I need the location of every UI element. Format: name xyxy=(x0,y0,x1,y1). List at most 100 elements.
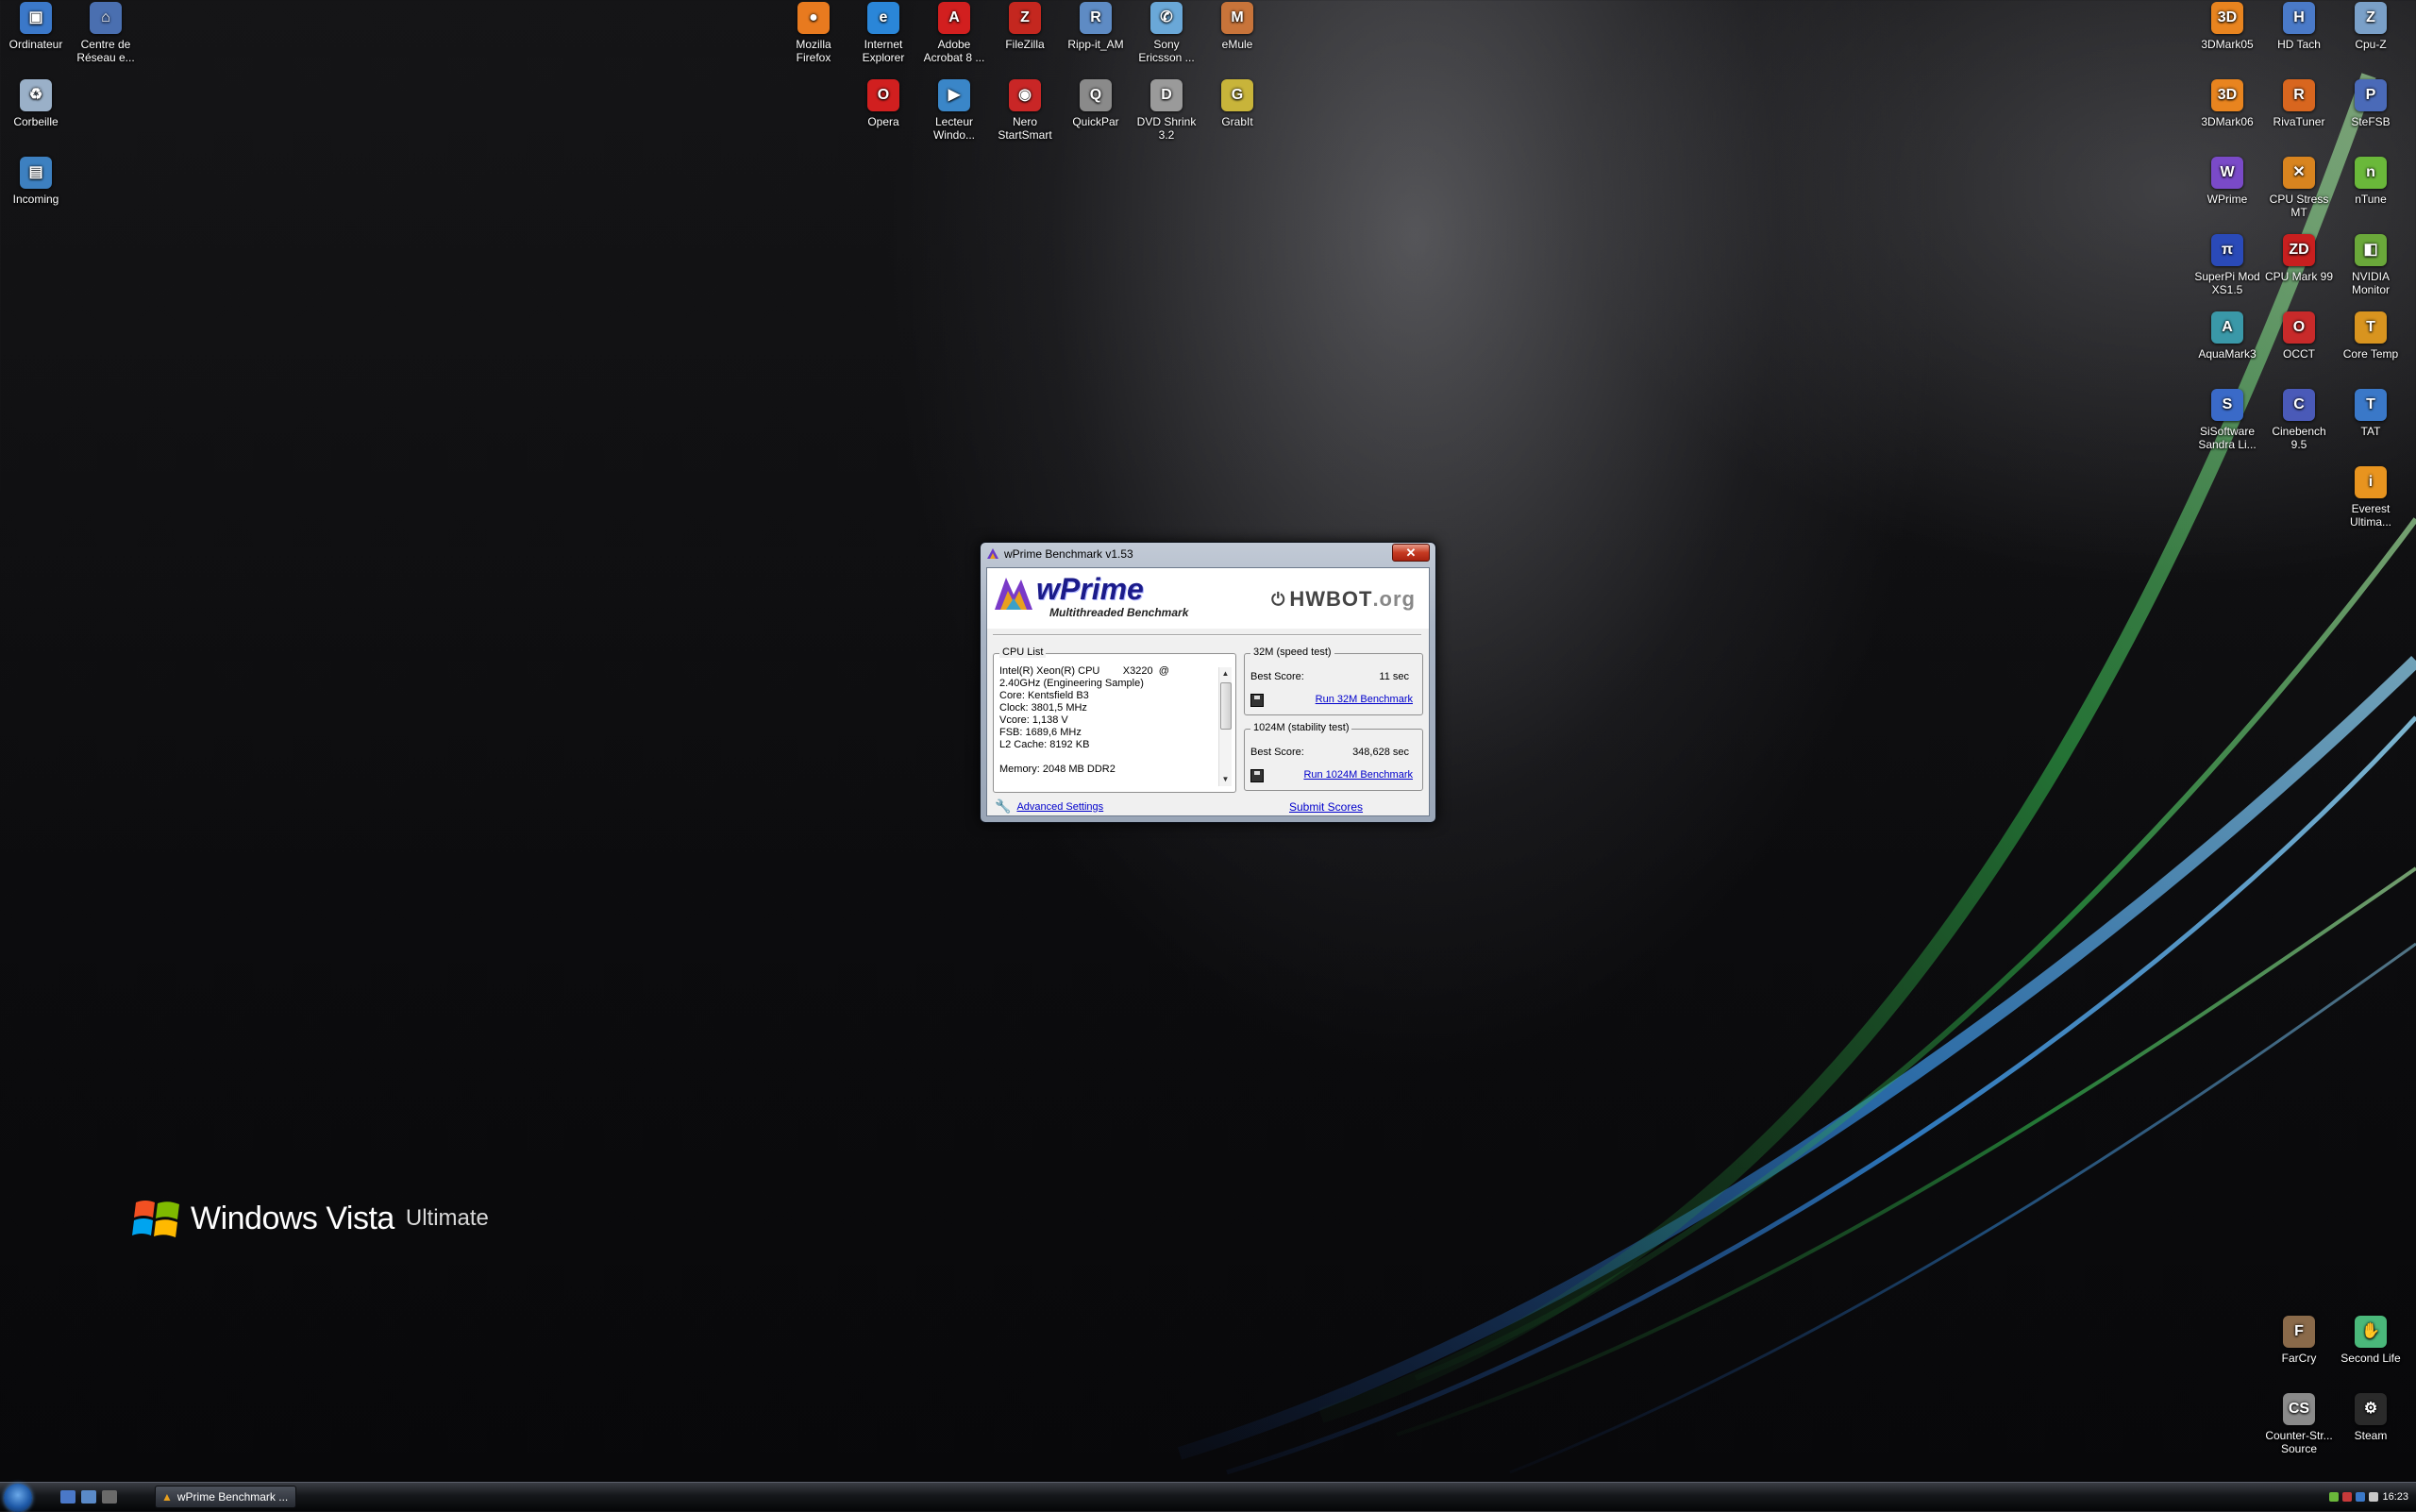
desktop-icon-nero[interactable]: ◉ Nero StartSmart xyxy=(989,79,1061,142)
speed-test-label: 32M (speed test) xyxy=(1250,647,1334,658)
wprime-taskbar-icon: ▲ xyxy=(161,1490,173,1504)
second-life-icon: ✋ xyxy=(2355,1316,2387,1348)
desktop-icon-ntune[interactable]: n nTune xyxy=(2335,157,2407,206)
desktop-icon-sony-ericsson[interactable]: ✆ Sony Ericsson ... xyxy=(1131,2,1202,64)
desktop-icon-cinebench[interactable]: C Cinebench 9.5 xyxy=(2263,389,2335,451)
advanced-settings-link[interactable]: Advanced Settings xyxy=(1016,801,1103,813)
tat-icon: T xyxy=(2355,389,2387,421)
desktop-icon-dvd-shrink[interactable]: D DVD Shrink 3.2 xyxy=(1131,79,1202,142)
desktop-icon-ordinateur[interactable]: ▣ Ordinateur xyxy=(0,2,72,51)
desktop-icon-rivatuner[interactable]: R RivaTuner xyxy=(2263,79,2335,128)
os-name: Windows Vista xyxy=(191,1200,394,1236)
desktop-icon-coretemp[interactable]: T Core Temp xyxy=(2335,311,2407,361)
logo-subtitle: Multithreaded Benchmark xyxy=(1049,606,1189,619)
show-desktop-icon[interactable] xyxy=(60,1490,76,1504)
desktop-icon-superpi[interactable]: π SuperPi Mod XS1.5 xyxy=(2191,234,2263,296)
3dmark-icon: 3D xyxy=(2211,79,2243,111)
stability-test-group: 1024M (stability test) Best Score: 348,6… xyxy=(1244,722,1423,791)
recycle-bin-icon: ♻ xyxy=(20,79,52,111)
run-32m-benchmark-link[interactable]: Run 32M Benchmark xyxy=(1316,694,1413,705)
sony-ericsson-icon: ✆ xyxy=(1150,2,1183,34)
desktop-icon-firefox[interactable]: ● Mozilla Firefox xyxy=(778,2,849,64)
desktop-icon-media-player[interactable]: ▶ Lecteur Windo... xyxy=(918,79,990,142)
tray-app-icon[interactable] xyxy=(2342,1492,2353,1502)
desktop-icon-sandra[interactable]: S SiSoftware Sandra Li... xyxy=(2191,389,2263,451)
rippit-icon: R xyxy=(1080,2,1112,34)
desktop-icon-opera[interactable]: O Opera xyxy=(847,79,919,128)
cpumark-icon: ZD xyxy=(2283,234,2315,266)
nero-icon: ◉ xyxy=(1009,79,1041,111)
speed-best-score-value: 11 sec xyxy=(1379,671,1409,682)
desktop-icon-second-life[interactable]: ✋ Second Life xyxy=(2335,1316,2407,1365)
desktop-icon-rippit[interactable]: R Ripp-it_AM xyxy=(1060,2,1132,51)
desktop-icon-cpuz[interactable]: Z Cpu-Z xyxy=(2335,2,2407,51)
cinebench-icon: C xyxy=(2283,389,2315,421)
cpu-list-scrollbar[interactable]: ▲ ▼ xyxy=(1218,667,1232,786)
taskbar-button-wprime[interactable]: ▲ wPrime Benchmark ... xyxy=(155,1486,296,1508)
desktop-icon-grabit[interactable]: G GrabIt xyxy=(1201,79,1273,128)
superpi-icon: π xyxy=(2211,234,2243,266)
dvd-shrink-icon: D xyxy=(1150,79,1183,111)
wprime-logo-mark-icon xyxy=(995,578,1032,610)
advanced-settings[interactable]: 🔧 Advanced Settings xyxy=(995,798,1103,815)
cpu-stress-icon: ✕ xyxy=(2283,157,2315,189)
save-floppy-icon[interactable] xyxy=(1250,694,1264,707)
filezilla-icon: Z xyxy=(1009,2,1041,34)
desktop-icon-corbeille[interactable]: ♻ Corbeille xyxy=(0,79,72,128)
desktop-icon-3dmark05[interactable]: 3D 3DMark05 xyxy=(2191,2,2263,51)
desktop-icon-filezilla[interactable]: Z FileZilla xyxy=(989,2,1061,51)
window-client-area: wPrime Multithreaded Benchmark ⏻ HWBOT .o… xyxy=(986,567,1430,816)
desktop-icon-quickpar[interactable]: Q QuickPar xyxy=(1060,79,1132,128)
desktop-icon-hdtach[interactable]: H HD Tach xyxy=(2263,2,2335,51)
hwbot-logo[interactable]: ⏻ HWBOT .org xyxy=(1271,587,1416,612)
folder-icon: ▤ xyxy=(20,157,52,189)
header-divider xyxy=(993,634,1421,636)
save-floppy-icon[interactable] xyxy=(1250,769,1264,782)
cpu-info-text: Intel(R) Xeon(R) CPU X3220 @ 2.40GHz (En… xyxy=(999,665,1169,775)
scroll-thumb[interactable] xyxy=(1220,682,1232,730)
ntune-icon: n xyxy=(2355,157,2387,189)
windows-flag-icon xyxy=(132,1201,179,1237)
desktop-icon-ie[interactable]: e Internet Explorer xyxy=(847,2,919,64)
app-header: wPrime Multithreaded Benchmark ⏻ HWBOT .o… xyxy=(987,568,1429,629)
clock[interactable]: 16:23 xyxy=(2382,1491,2408,1503)
switch-windows-icon[interactable] xyxy=(81,1490,96,1504)
desktop-icon-3dmark06[interactable]: 3D 3DMark06 xyxy=(2191,79,2263,128)
desktop-icon-occt[interactable]: O OCCT xyxy=(2263,311,2335,361)
speed-test-group: 32M (speed test) Best Score: 11 sec Run … xyxy=(1244,647,1423,715)
desktop-icon-cpu-stress[interactable]: ✕ CPU Stress MT xyxy=(2263,157,2335,219)
desktop-icon-setfsb[interactable]: P SteFSB xyxy=(2335,79,2407,128)
grabit-icon: G xyxy=(1221,79,1253,111)
desktop-icon-everest[interactable]: i Everest Ultima... xyxy=(2335,466,2407,529)
desktop-icon-tat[interactable]: T TAT xyxy=(2335,389,2407,438)
desktop-icon-cpumark[interactable]: ZD CPU Mark 99 xyxy=(2263,234,2335,283)
rivatuner-icon: R xyxy=(2283,79,2315,111)
desktop-icon-wprime[interactable]: W WPrime xyxy=(2191,157,2263,206)
desktop-icon-counter-strike[interactable]: CS Counter-Str... Source xyxy=(2263,1393,2335,1455)
desktop-icon-steam[interactable]: ⚙ Steam xyxy=(2335,1393,2407,1442)
desktop-icon-emule[interactable]: M eMule xyxy=(1201,2,1273,51)
cpu-list-label: CPU List xyxy=(999,647,1047,658)
scroll-up-arrow-icon[interactable]: ▲ xyxy=(1219,667,1232,680)
window-titlebar[interactable]: wPrime Benchmark v1.53 xyxy=(981,543,1435,565)
tray-network-icon[interactable] xyxy=(2329,1492,2340,1502)
start-orb-button[interactable] xyxy=(4,1484,32,1512)
quicklaunch-app-icon[interactable] xyxy=(102,1490,117,1504)
desktop-icon-farcry[interactable]: F FarCry xyxy=(2263,1316,2335,1365)
steam-icon: ⚙ xyxy=(2355,1393,2387,1425)
quickpar-icon: Q xyxy=(1080,79,1112,111)
desktop-icon-nvidia[interactable]: ◧ NVIDIA Monitor xyxy=(2335,234,2407,296)
close-button[interactable]: ✕ xyxy=(1392,544,1430,562)
system-tray: 16:23 xyxy=(2295,1483,2416,1511)
desktop-icon-aquamark[interactable]: A AquaMark3 xyxy=(2191,311,2263,361)
desktop-icon-acrobat[interactable]: A Adobe Acrobat 8 ... xyxy=(918,2,990,64)
run-1024m-benchmark-link[interactable]: Run 1024M Benchmark xyxy=(1303,769,1413,781)
scroll-down-arrow-icon[interactable]: ▼ xyxy=(1219,773,1232,786)
ie-icon: e xyxy=(867,2,899,34)
submit-scores-link[interactable]: Submit Scores xyxy=(1289,800,1363,814)
stability-test-label: 1024M (stability test) xyxy=(1250,722,1352,733)
desktop-icon-centre-reseau[interactable]: ⌂ Centre de Réseau e... xyxy=(70,2,142,64)
desktop-icon-incoming[interactable]: ▤ Incoming xyxy=(0,157,72,206)
tray-app-icon[interactable] xyxy=(2356,1492,2366,1502)
volume-icon[interactable] xyxy=(2369,1492,2379,1502)
